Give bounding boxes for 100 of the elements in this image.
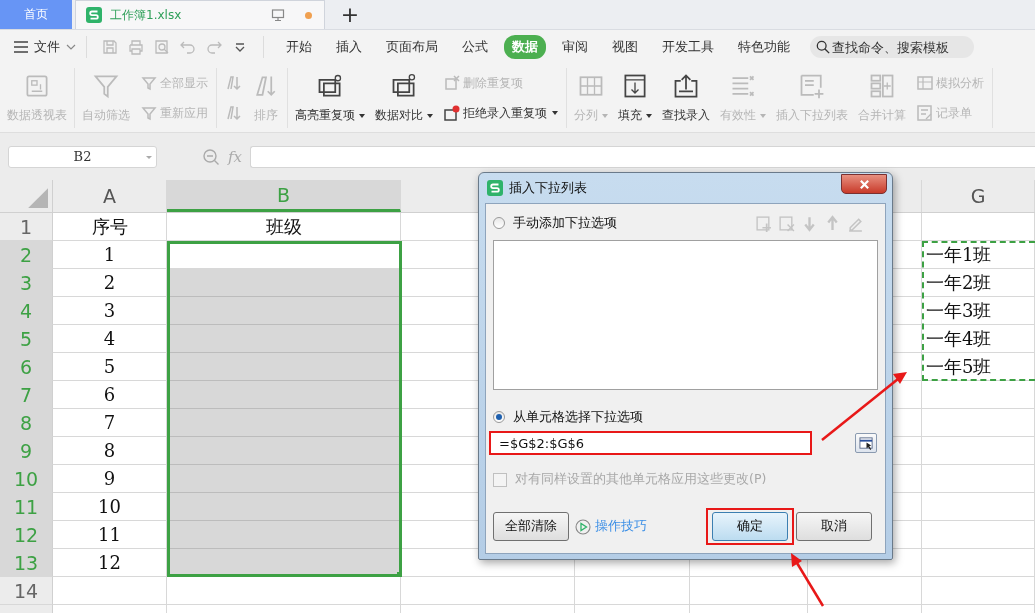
ribbon-button[interactable]: 拒绝录入重复项: [440, 102, 562, 124]
sheet-block-icon: [444, 105, 460, 121]
redo-icon[interactable]: [206, 39, 222, 55]
print-icon[interactable]: [128, 39, 144, 55]
row-header[interactable]: 9: [0, 437, 53, 465]
row-header[interactable]: 10: [0, 465, 53, 493]
new-tab-button[interactable]: +: [325, 0, 375, 29]
ribbon-tab[interactable]: 视图: [604, 35, 646, 59]
table-cell: 12: [53, 549, 167, 577]
monitor-icon[interactable]: [271, 8, 285, 22]
stacked-sheets-icon: [390, 72, 418, 100]
range-picker-button[interactable]: [855, 433, 877, 453]
table-cell: 班级: [167, 213, 401, 241]
formula-field[interactable]: [250, 145, 1035, 168]
table-cell: 一年1班: [922, 241, 1035, 269]
cancel-button[interactable]: 取消: [796, 512, 872, 541]
row-header[interactable]: 12: [0, 521, 53, 549]
spreadsheet-logo-icon: [86, 7, 102, 23]
options-list[interactable]: [493, 240, 878, 390]
ribbon-button[interactable]: 填充: [613, 64, 657, 132]
row-header[interactable]: 7: [0, 381, 53, 409]
ribbon-tab[interactable]: 公式: [454, 35, 496, 59]
row-header[interactable]: 2: [0, 241, 53, 269]
sheet-x-icon: [444, 75, 460, 91]
spreadsheet-logo-icon: [487, 180, 503, 196]
ribbon-tab[interactable]: 特色功能: [730, 35, 798, 59]
search-field[interactable]: 查找命令、搜索模板: [810, 36, 974, 58]
row-header[interactable]: 14: [0, 577, 53, 605]
name-box[interactable]: B2: [8, 145, 157, 168]
table-cell: 一年3班: [922, 297, 1035, 325]
ribbon-button[interactable]: 数据对比: [370, 64, 438, 132]
table-cell: 1: [53, 241, 167, 269]
file-menu-button[interactable]: 文件: [14, 38, 76, 56]
funnel-icon: [141, 75, 157, 91]
table-cell: 一年4班: [922, 325, 1035, 353]
range-field[interactable]: =$G$2:$G$6: [489, 431, 812, 455]
dropdown-arrow-icon: [602, 113, 608, 118]
list-add-icon: [798, 72, 826, 100]
play-icon: [575, 518, 591, 535]
table-cell: 一年2班: [922, 269, 1035, 297]
ribbon-tab[interactable]: 开始: [278, 35, 320, 59]
row-header[interactable]: 11: [0, 493, 53, 521]
column-header[interactable]: G: [922, 180, 1035, 212]
row-header[interactable]: 13: [0, 549, 53, 577]
radio-option[interactable]: 从单元格选择下拉选项: [493, 408, 878, 426]
ribbon-button[interactable]: 高亮重复项: [290, 64, 370, 132]
dropdown-arrow-icon: [427, 113, 433, 118]
ok-button[interactable]: 确定: [712, 512, 788, 541]
form-icon: [917, 105, 933, 121]
dropdown-arrow-icon: [646, 113, 652, 118]
annotation-arrow: [791, 553, 825, 607]
close-icon: [858, 178, 870, 190]
radio-option[interactable]: 手动添加下拉选项: [493, 214, 617, 232]
undo-icon[interactable]: [180, 39, 196, 55]
table-cell: 2: [53, 269, 167, 297]
dropdown-arrow-icon: [552, 111, 558, 115]
tips-link[interactable]: 操作技巧: [595, 518, 647, 535]
ribbon-tab[interactable]: 插入: [328, 35, 370, 59]
table-cell: 7: [53, 409, 167, 437]
row-header[interactable]: 1: [0, 213, 53, 241]
function-label[interactable]: fx: [228, 147, 242, 166]
menu-icon: [14, 41, 28, 53]
ribbon-tab[interactable]: 审阅: [554, 35, 596, 59]
dropdown-arrow-icon: [359, 113, 365, 118]
row-header[interactable]: 3: [0, 269, 53, 297]
table-cell: 序号: [53, 213, 167, 241]
document-tab[interactable]: 工作簿1.xlsx: [75, 0, 325, 29]
radio-button[interactable]: [493, 217, 505, 229]
row-header[interactable]: 5: [0, 325, 53, 353]
stacked-sheets-icon: [316, 72, 344, 100]
ribbon-tab[interactable]: 数据: [504, 35, 546, 59]
row-header[interactable]: 6: [0, 353, 53, 381]
upload-box-icon: [672, 72, 700, 100]
dialog-title: 插入下拉列表: [509, 179, 587, 197]
table-cell: 10: [53, 493, 167, 521]
table-cell: 6: [53, 381, 167, 409]
document-tab[interactable]: 首页: [0, 0, 72, 29]
close-button[interactable]: [841, 174, 887, 194]
clear-all-button[interactable]: 全部清除: [493, 512, 569, 541]
triangle-icon: [26, 186, 48, 208]
sort-icon: [225, 75, 241, 91]
ribbon-tab[interactable]: 页面布局: [378, 35, 446, 59]
row-header[interactable]: 8: [0, 409, 53, 437]
radio-button[interactable]: [493, 411, 505, 423]
table-cell: 4: [53, 325, 167, 353]
table-cell: 5: [53, 353, 167, 381]
column-header[interactable]: B: [167, 180, 401, 212]
save-icon[interactable]: [102, 39, 118, 55]
ribbon-tab[interactable]: 开发工具: [654, 35, 722, 59]
merge-icon: [868, 72, 896, 100]
cell-picker-icon: [858, 435, 874, 451]
ribbon-button[interactable]: 查找录入: [657, 64, 715, 132]
grid-icon: [917, 75, 933, 91]
row-header[interactable]: 4: [0, 297, 53, 325]
table-cell: 9: [53, 465, 167, 493]
zoom-out-icon[interactable]: [202, 147, 220, 166]
table-cell: 3: [53, 297, 167, 325]
search-icon: [816, 39, 830, 55]
print-preview-icon[interactable]: [154, 39, 170, 55]
table-cell: 11: [53, 521, 167, 549]
